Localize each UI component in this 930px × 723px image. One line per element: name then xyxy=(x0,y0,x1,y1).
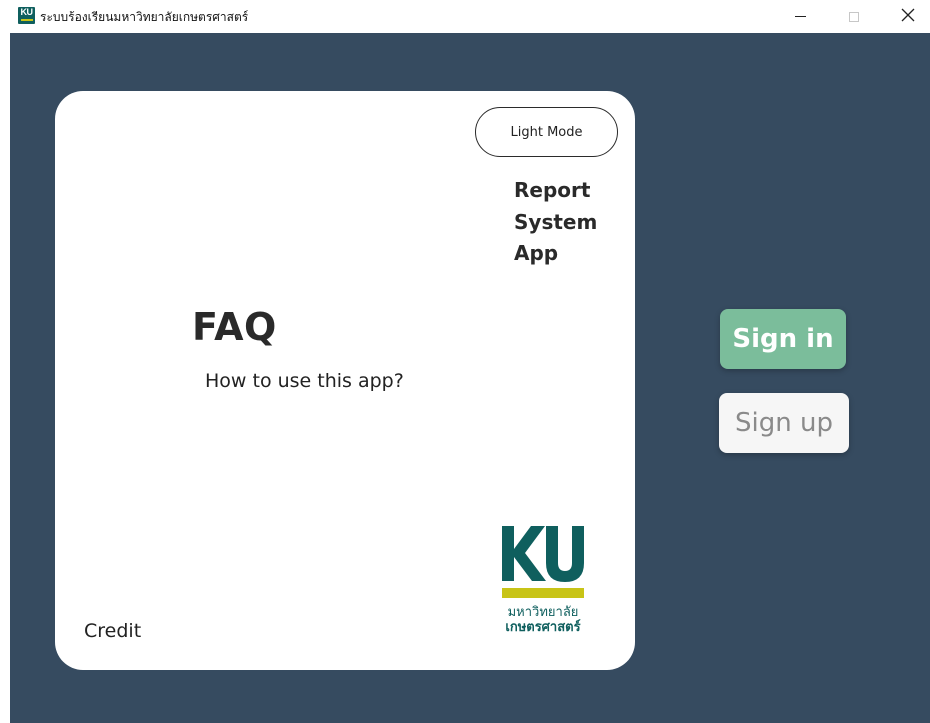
ku-logo-line2: เกษตรศาสตร์ xyxy=(505,619,580,635)
ku-logo: มหาวิทยาลัย เกษตรศาสตร์ xyxy=(501,525,585,635)
app-icon-bar xyxy=(20,19,33,21)
sign-up-button[interactable]: Sign up xyxy=(719,393,849,453)
light-mode-button[interactable]: Light Mode xyxy=(475,107,618,157)
maximize-button[interactable] xyxy=(831,0,877,33)
app-icon: KU xyxy=(18,7,35,24)
maximize-icon xyxy=(849,11,859,22)
info-card: Light Mode Report System App FAQ How to … xyxy=(55,91,635,670)
faq-how-to-link[interactable]: How to use this app? xyxy=(205,370,404,392)
minimize-icon xyxy=(794,16,806,17)
app-name-line: Report xyxy=(514,178,591,202)
close-icon xyxy=(901,8,915,26)
title-bar[interactable]: KU ระบบร้องเรียนมหาวิทยาลัยเกษตรศาสตร์ xyxy=(0,0,930,33)
credit-link[interactable]: Credit xyxy=(84,620,141,642)
ku-logo-line1: มหาวิทยาลัย xyxy=(508,605,579,620)
app-window: KU ระบบร้องเรียนมหาวิทยาลัยเกษตรศาสตร์ L… xyxy=(0,0,930,723)
sign-in-button[interactable]: Sign in xyxy=(720,309,846,369)
app-name-line: System xyxy=(514,209,598,234)
close-button[interactable] xyxy=(885,0,930,33)
minimize-button[interactable] xyxy=(777,0,823,33)
app-name-line: App xyxy=(514,241,559,265)
app-icon-text: KU xyxy=(20,7,34,17)
faq-title: FAQ xyxy=(192,305,277,349)
main-area: Light Mode Report System App FAQ How to … xyxy=(10,33,930,723)
app-name-heading: Report System App xyxy=(514,175,597,270)
window-title: ระบบร้องเรียนมหาวิทยาลัยเกษตรศาสตร์ xyxy=(40,10,249,24)
